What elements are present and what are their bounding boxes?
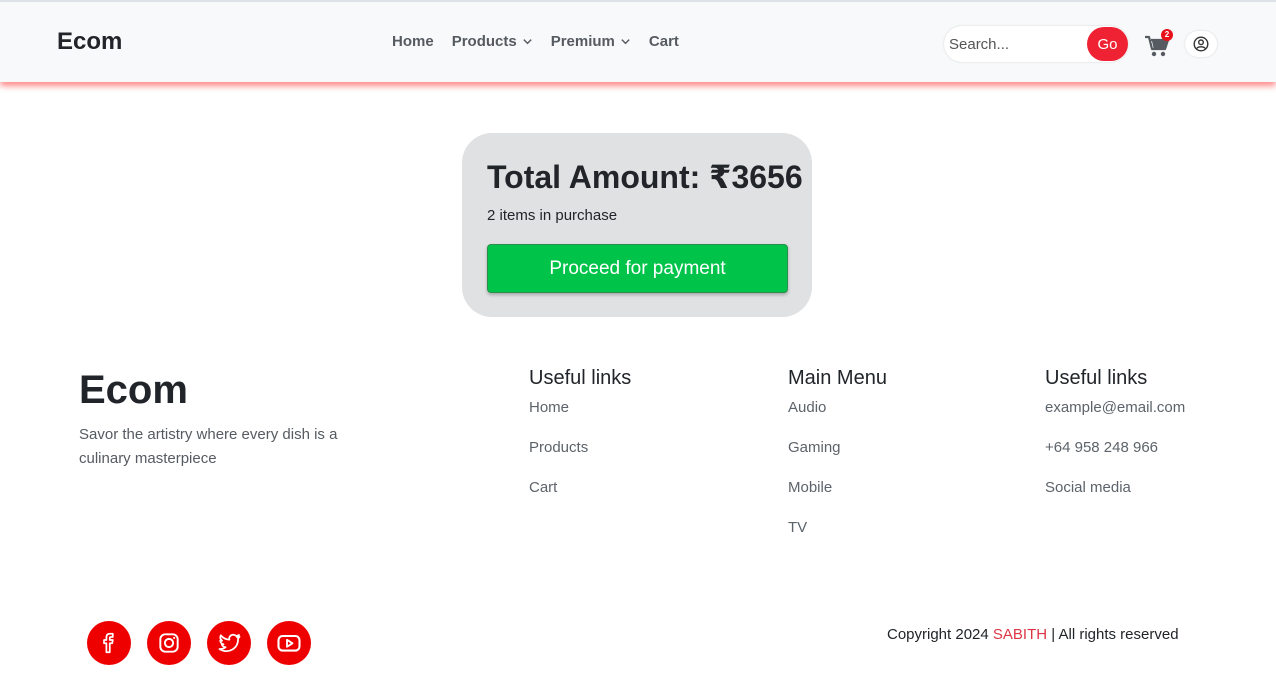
footer-social-link[interactable]: Social media xyxy=(1045,479,1185,519)
search-form: Go xyxy=(944,26,1128,62)
footer-email-link[interactable]: example@email.com xyxy=(1045,399,1185,439)
chevron-down-icon xyxy=(523,39,532,45)
copyright-text: Copyright 2024 SABITH | All rights reser… xyxy=(887,626,1179,643)
youtube-button[interactable] xyxy=(267,621,311,665)
cart-button[interactable]: 2 xyxy=(1144,29,1173,58)
search-go-button[interactable]: Go xyxy=(1087,27,1128,61)
brand-logo[interactable]: Ecom xyxy=(57,28,122,56)
footer-link[interactable]: Gaming xyxy=(788,439,887,479)
instagram-icon xyxy=(159,633,179,653)
copyright-prefix: Copyright 2024 xyxy=(887,626,993,643)
items-count-text: 2 items in purchase xyxy=(487,207,618,224)
twitter-button[interactable] xyxy=(207,621,251,665)
copyright-author: SABITH xyxy=(992,626,1048,643)
footer-column-title: Useful links xyxy=(1045,367,1148,389)
footer-link[interactable]: TV xyxy=(788,519,887,559)
nav-links: Home Products Premium Cart xyxy=(392,33,679,50)
cart-count-badge: 2 xyxy=(1161,29,1173,41)
total-amount: Total Amount: ₹3656 xyxy=(487,159,803,195)
facebook-icon xyxy=(103,632,114,654)
footer-link[interactable]: Cart xyxy=(529,479,631,519)
nav-dropdown-premium[interactable]: Premium xyxy=(551,33,631,50)
navbar: Ecom Home Products Premium Cart Go 2 xyxy=(0,0,1276,82)
nav-link-label: Premium xyxy=(550,33,615,50)
footer-column-contact: Useful links example@email.com +64 958 2… xyxy=(1045,367,1185,519)
footer-tagline: Savor the artistry where every dish is a… xyxy=(79,426,338,467)
footer-link[interactable]: Mobile xyxy=(788,479,887,519)
user-account-button[interactable] xyxy=(1185,31,1217,57)
nav-link-label: Cart xyxy=(648,33,679,50)
nav-link-label: Products xyxy=(451,33,517,50)
proceed-payment-button[interactable]: Proceed for payment xyxy=(487,244,788,293)
footer-column-useful-links: Useful links Home Products Cart xyxy=(529,367,631,519)
social-links xyxy=(87,621,311,665)
youtube-icon xyxy=(277,634,301,652)
nav-link-home[interactable]: Home xyxy=(392,33,434,50)
order-summary-card: Total Amount: ₹3656 2 items in purchase … xyxy=(462,133,812,317)
search-input[interactable] xyxy=(944,35,1082,53)
footer-link[interactable]: Audio xyxy=(788,399,887,439)
footer-brand: Ecom xyxy=(79,368,188,412)
instagram-button[interactable] xyxy=(147,621,191,665)
copyright-suffix: | All rights reserved xyxy=(1047,626,1179,643)
nav-dropdown-products[interactable]: Products xyxy=(452,33,533,50)
twitter-icon xyxy=(218,633,241,652)
user-circle-icon xyxy=(1193,36,1209,52)
nav-link-label: Home xyxy=(392,33,434,50)
footer-phone-link[interactable]: +64 958 248 966 xyxy=(1045,439,1185,479)
footer-column-main-menu: Main Menu Audio Gaming Mobile TV xyxy=(788,367,887,559)
footer-link[interactable]: Home xyxy=(529,399,631,439)
footer-link[interactable]: Products xyxy=(529,439,631,479)
nav-link-cart[interactable]: Cart xyxy=(649,33,679,50)
chevron-down-icon xyxy=(621,39,630,45)
footer-column-title: Useful links xyxy=(529,367,632,389)
facebook-button[interactable] xyxy=(87,621,131,665)
footer-column-title: Main Menu xyxy=(788,367,887,389)
